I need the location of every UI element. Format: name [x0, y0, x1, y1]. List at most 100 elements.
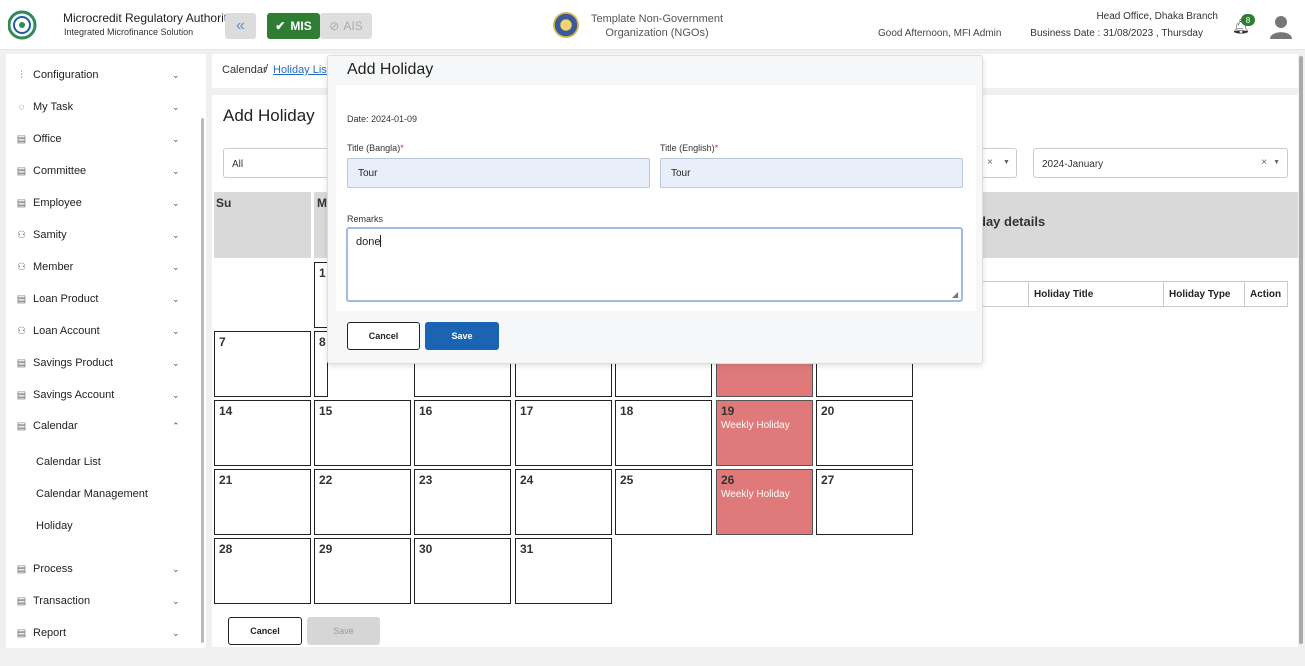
month-select[interactable]: 2024-January × ▼: [1033, 148, 1288, 178]
sidebar-scrollbar[interactable]: [201, 118, 204, 643]
sidebar-item-report[interactable]: ▤ Report ⌄: [0, 622, 195, 644]
sidebar-subitem-calendar-management[interactable]: Calendar Management: [0, 483, 195, 505]
calendar-day-cell[interactable]: 22: [314, 469, 411, 535]
modal-cancel-button[interactable]: Cancel: [347, 322, 420, 350]
chevron-down-icon: ⌄: [172, 293, 180, 304]
day-number: 17: [520, 404, 534, 418]
calendar-day-cell[interactable]: 20: [816, 400, 913, 466]
sidebar-item-samity[interactable]: ⚇ Samity ⌄: [0, 224, 195, 246]
cancel-button[interactable]: Cancel: [228, 617, 302, 645]
chevron-down-icon: ⌄: [172, 197, 180, 208]
ais-label: AIS: [343, 19, 363, 33]
day-header-label: M: [317, 196, 327, 210]
sidebar-subitem-calendar-list[interactable]: Calendar List: [0, 451, 195, 473]
sidebar-item-process[interactable]: ▤ Process ⌄: [0, 558, 195, 580]
remarks-textarea[interactable]: done: [346, 227, 963, 302]
sidebar-item-label: Transaction: [33, 595, 91, 607]
calendar-holiday-cell[interactable]: 26 Weekly Holiday: [716, 469, 813, 535]
calendar-day-cell[interactable]: 30: [414, 538, 511, 604]
calendar-holiday-cell[interactable]: [716, 362, 813, 397]
calendar-day-cell[interactable]: 28: [214, 538, 311, 604]
calendar-day-cell[interactable]: [615, 362, 712, 397]
block-icon: ⊘: [329, 19, 340, 33]
save-button[interactable]: Save: [307, 617, 380, 645]
resize-grip-icon[interactable]: ◢: [952, 290, 958, 299]
sidebar-item-committee[interactable]: ▤ Committee ⌄: [0, 160, 195, 182]
field-label-text: Title (Bangla): [347, 143, 401, 153]
calendar-day-cell[interactable]: [515, 362, 612, 397]
chevron-up-icon: ⌃: [172, 420, 180, 431]
filter-select[interactable]: All: [223, 148, 333, 178]
page-title: Add Holiday: [223, 106, 315, 125]
document-icon: ▤: [16, 357, 27, 369]
calendar-day-cell[interactable]: [816, 362, 913, 397]
breadcrumb-holiday-list-link[interactable]: Holiday List: [273, 64, 330, 76]
ais-toggle-button[interactable]: ⊘ AIS: [320, 13, 372, 39]
sidebar-item-employee[interactable]: ▤ Employee ⌄: [0, 192, 195, 214]
chevron-down-icon: ⌄: [172, 357, 180, 368]
greeting-text: Good Afternoon, MFI Admin: [878, 28, 1002, 39]
double-chevron-left-icon: «: [236, 17, 245, 34]
sidebar-item-label: Member: [33, 261, 74, 273]
modal-save-button[interactable]: Save: [425, 322, 499, 350]
clear-icon[interactable]: ×: [987, 157, 993, 168]
breadcrumb-root: Calendar: [222, 64, 267, 76]
sidebar-item-label: Samity: [33, 229, 67, 241]
calendar-day-cell[interactable]: 23: [414, 469, 511, 535]
sidebar-item-savings-account[interactable]: ▤ Savings Account ⌄: [0, 384, 195, 406]
sidebar-subitem-label: Calendar List: [36, 456, 101, 468]
calendar-holiday-cell[interactable]: 19 Weekly Holiday: [716, 400, 813, 466]
remarks-label: Remarks: [347, 214, 384, 224]
calendar-day-cell[interactable]: [414, 362, 511, 397]
title-bangla-label: Title (Bangla)*: [347, 143, 404, 153]
sidebar-subitem-holiday[interactable]: Holiday: [0, 515, 195, 537]
day-number: 8: [319, 335, 326, 349]
group-icon: ⚇: [17, 261, 26, 273]
calendar-day-cell[interactable]: 25: [615, 469, 712, 535]
sidebar-item-label: Report: [33, 627, 67, 639]
user-avatar-icon[interactable]: [1270, 15, 1292, 39]
calendar-day-cell[interactable]: 15: [314, 400, 411, 466]
calendar-day-cell[interactable]: 29: [314, 538, 411, 604]
document-icon: ▤: [16, 165, 27, 177]
branch-name: Head Office, Dhaka Branch: [1096, 11, 1218, 22]
business-date: Business Date : 31/08/2023 , Thursday: [1030, 28, 1203, 39]
document-icon: ▤: [16, 420, 27, 432]
sidebar-item-transaction[interactable]: ▤ Transaction ⌄: [0, 590, 195, 612]
sidebar-item-label: Loan Product: [33, 293, 99, 305]
top-header: Microcredit Regulatory Authority Integra…: [0, 0, 1305, 50]
sidebar-item-loan-product[interactable]: ▤ Loan Product ⌄: [0, 288, 195, 310]
sidebar-item-member[interactable]: ⚇ Member ⌄: [0, 256, 195, 278]
collapse-sidebar-button[interactable]: «: [225, 13, 256, 39]
clear-icon[interactable]: ×: [1261, 157, 1267, 168]
sidebar-item-my-task[interactable]: ◌ My Task ⌄: [0, 96, 195, 118]
title-bangla-input[interactable]: Tour: [347, 158, 650, 188]
mis-toggle-button[interactable]: ✔ MIS: [267, 13, 320, 39]
sidebar-item-configuration[interactable]: ⫶ Configuration ⌄: [0, 64, 195, 86]
day-number: 28: [219, 542, 233, 556]
calendar-day-cell[interactable]: 24: [515, 469, 612, 535]
sidebar-item-calendar[interactable]: ▤ Calendar ⌃: [0, 415, 195, 437]
page-scrollbar[interactable]: [1299, 56, 1303, 644]
group-icon: ⚇: [17, 229, 26, 241]
sidebar-item-label: Office: [33, 133, 62, 145]
org-name: Microcredit Regulatory Authority: [63, 11, 234, 25]
calendar-day-cell[interactable]: 31: [515, 538, 612, 604]
calendar-day-cell[interactable]: 14: [214, 400, 311, 466]
modal-date: Date: 2024-01-09: [347, 114, 418, 124]
chevron-down-icon: ⌄: [172, 261, 180, 272]
sidebar-item-savings-product[interactable]: ▤ Savings Product ⌄: [0, 352, 195, 374]
calendar-day-cell[interactable]: 27: [816, 469, 913, 535]
calendar-day-cell[interactable]: 21: [214, 469, 311, 535]
calendar-day-cell[interactable]: 16: [414, 400, 511, 466]
day-number: 19: [721, 404, 735, 418]
sidebar-item-loan-account[interactable]: ⚇ Loan Account ⌄: [0, 320, 195, 342]
calendar-day-cell[interactable]: 1: [314, 262, 328, 328]
calendar-day-cell[interactable]: 8: [314, 331, 328, 397]
calendar-day-cell[interactable]: 18: [615, 400, 712, 466]
calendar-day-cell[interactable]: 7: [214, 331, 311, 397]
sidebar-item-office[interactable]: ▤ Office ⌄: [0, 128, 195, 150]
calendar-day-cell[interactable]: 17: [515, 400, 612, 466]
title-english-input[interactable]: Tour: [660, 158, 963, 188]
check-circle-icon: ✔: [275, 19, 286, 33]
